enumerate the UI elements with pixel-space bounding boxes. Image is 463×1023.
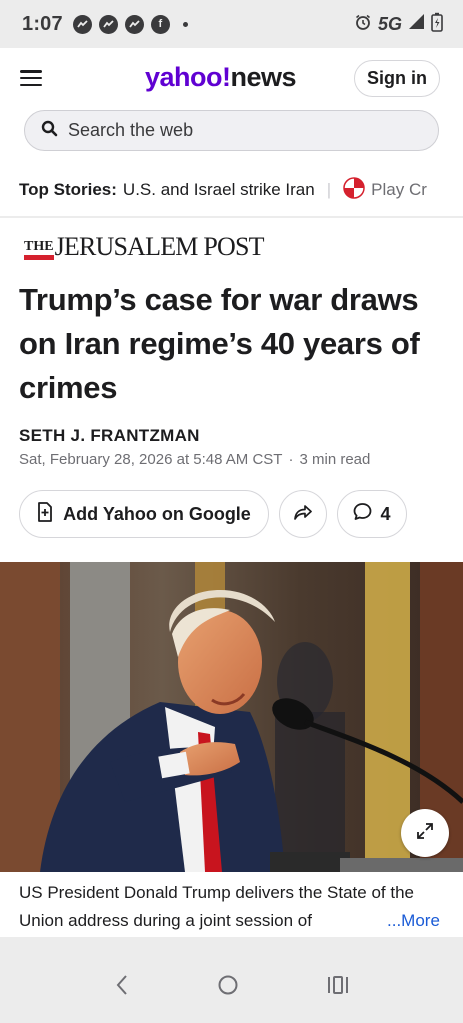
menu-icon [20,70,42,73]
article-actions: Add Yahoo on Google 4 [19,490,407,538]
share-button[interactable] [279,490,327,538]
notification-icons: f [72,14,188,34]
more-notifications-dot [182,21,188,27]
messenger-icon [124,14,144,34]
status-time: 1:07 [22,12,63,35]
logo-news-text: news [230,62,297,92]
article-date: Sat, February 28, 2026 at 5:48 AM CST [19,451,283,468]
app-header: yahoo!news Sign in Search the web [0,48,463,164]
article-title: Trump’s case for war draws on Iran regim… [19,282,420,405]
back-icon[interactable] [114,974,130,1001]
signal-icon [408,13,425,35]
divider: | [326,180,332,199]
add-bookmark-icon [37,501,53,527]
messenger-icon [72,14,92,34]
add-yahoo-on-google-button[interactable]: Add Yahoo on Google [19,490,269,538]
recent-apps-icon[interactable] [327,975,349,1000]
publisher-logo[interactable]: THE JERUSALEM POST [24,232,265,261]
comment-count: 4 [380,503,391,524]
system-nav-bar [0,952,463,1023]
expand-icon [416,822,434,845]
sign-in-button[interactable]: Sign in [354,60,440,97]
facebook-icon: f [150,14,170,34]
comments-button[interactable]: 4 [337,490,407,538]
article-header: THE JERUSALEM POST Trump’s case for war … [0,218,463,562]
comment-icon [353,502,372,526]
logo-yahoo-text: yahoo! [145,62,231,92]
menu-button[interactable] [20,68,42,88]
photo-caption: US President Donald Trump delivers the S… [0,872,463,937]
publisher-the: THE [24,240,54,260]
top-stories-headline[interactable]: U.S. and Israel strike Iran [123,180,315,200]
expand-image-button[interactable] [401,809,449,857]
status-bar: 1:07 f 5G [0,0,463,48]
caption-more-link[interactable]: ...More [387,907,440,935]
top-stories-bar[interactable]: Top Stories: U.S. and Israel strike Iran… [0,164,463,216]
search-input[interactable]: Search the web [24,110,439,151]
publisher-name: JERUSALEM POST [54,232,265,261]
article-photo[interactable] [0,562,463,872]
article-meta: Sat, February 28, 2026 at 5:48 AM CST · 3 … [19,451,371,468]
alarm-icon [354,13,372,36]
network-type: 5G [377,13,402,34]
play-game-link[interactable]: Play Cr [371,180,427,200]
messenger-icon [98,14,118,34]
article-photo-illustration [0,562,463,872]
search-icon [41,120,58,142]
search-placeholder: Search the web [68,120,194,140]
share-icon [294,504,312,525]
home-icon[interactable] [217,974,239,1001]
peppermint-game-icon [343,176,365,204]
yahoo-news-logo[interactable]: yahoo!news [145,62,297,93]
battery-icon [431,12,443,37]
photo-caption-text: US President Donald Trump delivers the S… [19,883,414,930]
article-author[interactable]: SETH J. FRANTZMAN [19,426,200,446]
read-time: 3 min read [299,451,371,468]
top-stories-label: Top Stories: [19,180,117,199]
add-yahoo-on-google-label: Add Yahoo on Google [63,503,251,524]
